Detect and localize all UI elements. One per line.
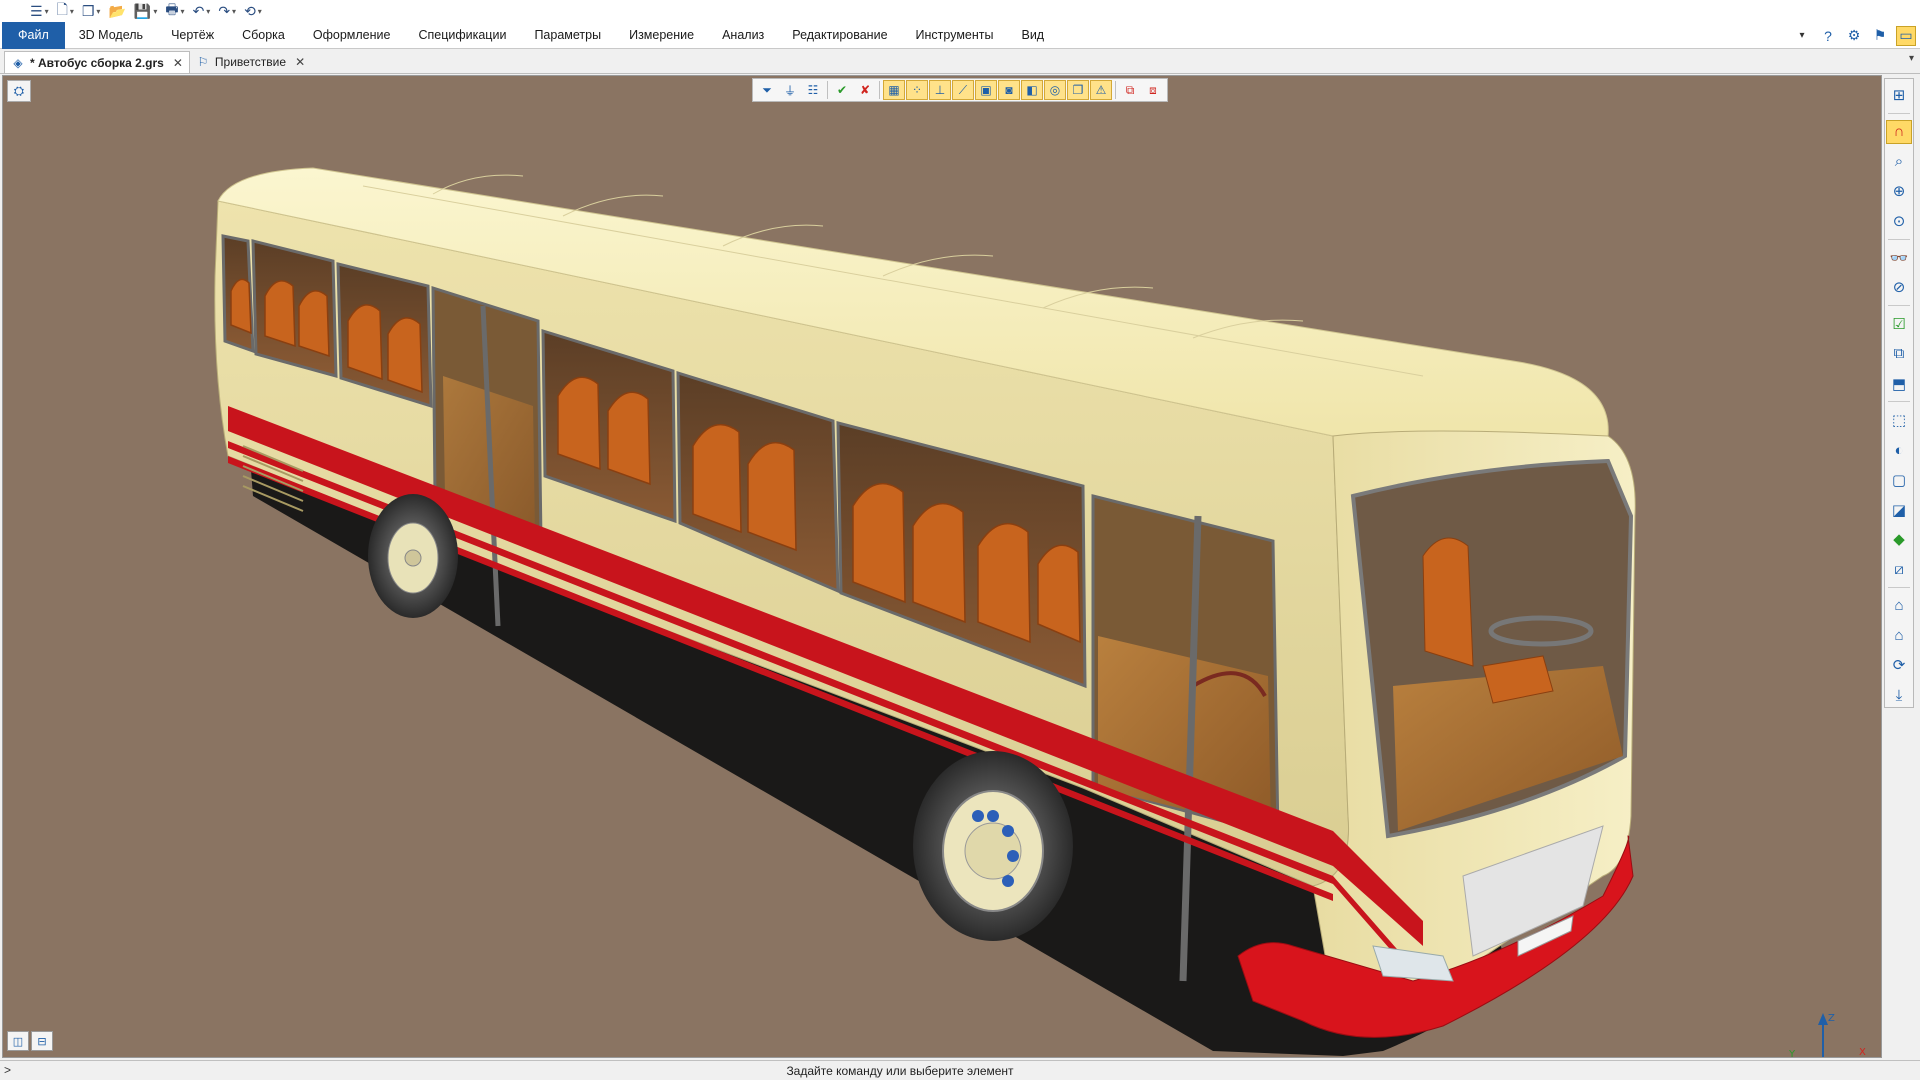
menu-editing[interactable]: Редактирование: [778, 22, 901, 49]
section-view-icon[interactable]: ◪: [1886, 498, 1912, 522]
tab-label: * Автобус сборка 2.grs: [30, 55, 164, 70]
select-all-icon[interactable]: ✔: [831, 80, 853, 100]
filter-assemblies-icon[interactable]: ⧈: [1142, 80, 1164, 100]
camera-icon[interactable]: ⌂: [1886, 594, 1912, 618]
redo-icon[interactable]: ↷ ▾: [216, 2, 238, 20]
show-hidden-icon[interactable]: 👓: [1886, 246, 1912, 270]
hide-elements-icon[interactable]: ⊘: [1886, 275, 1912, 299]
flag-icon[interactable]: ⚑: [1870, 26, 1890, 46]
snap-magnet-icon[interactable]: ∩: [1886, 119, 1912, 144]
settings-gear-icon[interactable]: ⚙: [1844, 26, 1864, 46]
print-icon[interactable]: 🖶 ▾: [163, 1, 186, 20]
main-menu-icon[interactable]: ☰ ▾: [28, 2, 51, 20]
ribbon-collapse-icon[interactable]: ▾: [1792, 26, 1812, 46]
visibility-check-icon[interactable]: ☑: [1886, 312, 1912, 336]
filter-fragments-icon[interactable]: ❐: [1067, 80, 1089, 100]
regenerate-icon[interactable]: ⟲ ▾: [242, 2, 264, 20]
wireframe-cube-icon[interactable]: ⬚: [1886, 408, 1912, 432]
document-tabs: ◈ * Автобус сборка 2.grs ✕ ⚐ Приветствие…: [0, 49, 1920, 74]
status-bar: > Задайте команду или выберите элемент: [0, 1060, 1920, 1080]
shade-mode-icon[interactable]: ⬒: [1886, 372, 1912, 396]
view-layout-buttons: ◫ ⊟: [7, 1031, 53, 1051]
welcome-flag-icon: ⚐: [197, 55, 209, 69]
menu-parameters[interactable]: Параметры: [520, 22, 615, 49]
help-icon[interactable]: ?: [1818, 26, 1838, 46]
rotate-view-icon[interactable]: ⟳: [1886, 653, 1912, 677]
split-view-horizontal-icon[interactable]: ⊟: [31, 1031, 53, 1051]
clip-plane-icon[interactable]: ⧄: [1886, 557, 1912, 581]
new-document-icon[interactable]: 🗋 ▾: [55, 1, 76, 20]
filter-list-icon[interactable]: ☷: [802, 80, 824, 100]
model-tree-toggle-icon[interactable]: ⛭: [7, 80, 31, 102]
menu-measurement[interactable]: Измерение: [615, 22, 708, 49]
menu-assembly[interactable]: Сборка: [228, 22, 299, 49]
menu-drawing[interactable]: Чертёж: [157, 22, 228, 49]
bus-3d-model: [214, 167, 1636, 1056]
filter-solids-icon[interactable]: ◧: [1021, 80, 1043, 100]
undo-icon[interactable]: ↶ ▾: [191, 2, 213, 20]
menu-tools[interactable]: Инструменты: [902, 22, 1008, 49]
save-view-icon[interactable]: ⤓: [1886, 683, 1912, 707]
menu-view[interactable]: Вид: [1007, 22, 1058, 49]
menu-3d-model[interactable]: 3D Модель: [65, 22, 157, 49]
tab-bus-assembly[interactable]: ◈ * Автобус сборка 2.grs ✕: [4, 51, 190, 73]
zoom-icon[interactable]: ⌕: [1886, 150, 1912, 174]
filter-edges-icon[interactable]: ⟋: [952, 80, 974, 100]
3d-viewport[interactable]: ⛭ Z X Y ◫ ⊟: [2, 75, 1882, 1058]
filter-points-icon[interactable]: ⁘: [906, 80, 928, 100]
view-toolbar: ⊞ ∩ ⌕ ⊕ ⊙ 👓 ⊘ ☑ ⧉ ⬒ ⬚ ◐ ▢ ◪ ◆ ⧄ ⌂ ⌂ ⟳ ⤓: [1884, 78, 1914, 708]
face-highlight-icon[interactable]: ▢: [1886, 468, 1912, 492]
front-wheel: [913, 751, 1073, 941]
x-axis-label: X: [1859, 1047, 1866, 1058]
home-view-icon[interactable]: ⌂: [1886, 624, 1912, 648]
menu-specifications[interactable]: Спецификации: [404, 22, 520, 49]
zoom-fit-icon[interactable]: ⊙: [1886, 209, 1912, 233]
menu-file[interactable]: Файл: [2, 21, 65, 49]
axis-triad: Z X Y: [1788, 1013, 1866, 1058]
filter-faces-icon[interactable]: ▦: [883, 80, 905, 100]
filter-components-icon[interactable]: ⧉: [1119, 80, 1141, 100]
zoom-window-icon[interactable]: ⊕: [1886, 179, 1912, 203]
filter-loops-icon[interactable]: ◎: [1044, 80, 1066, 100]
sphere-render-icon[interactable]: ◐: [1886, 438, 1912, 462]
save-icon[interactable]: 💾 ▾: [132, 2, 159, 20]
filter-edit-icon[interactable]: ⏚: [779, 80, 801, 100]
filter-sheets-icon[interactable]: ◙: [998, 80, 1020, 100]
menu-formatting[interactable]: Оформление: [299, 22, 405, 49]
menu-right-tools: ▾ ? ⚙ ⚑ ▭: [1792, 22, 1916, 49]
filter-operations-icon[interactable]: ⚠: [1090, 80, 1112, 100]
window-layout-icon[interactable]: ▭: [1896, 25, 1916, 46]
menu-bar: Файл 3D Модель Чертёж Сборка Оформление …: [0, 21, 1920, 49]
close-icon[interactable]: ✕: [295, 55, 305, 69]
assembly-document-icon: ◈: [13, 55, 23, 70]
tab-list-dropdown-icon[interactable]: ▾: [1909, 53, 1914, 64]
status-message: Задайте команду или выберите элемент: [786, 1064, 1014, 1078]
visibility-layers-icon[interactable]: ⧉: [1886, 342, 1912, 366]
filter-csys-icon[interactable]: ⊥: [929, 80, 951, 100]
z-axis-label: Z: [1828, 1013, 1835, 1024]
menu-analysis[interactable]: Анализ: [708, 22, 778, 49]
material-icon[interactable]: ◆: [1886, 527, 1912, 551]
open-file-icon[interactable]: 📂: [106, 2, 127, 20]
close-icon[interactable]: ✕: [173, 56, 183, 70]
deselect-all-icon[interactable]: ✘: [854, 80, 876, 100]
selection-filter-toolbar: ⏷ ⏚ ☷ ✔ ✘ ▦ ⁘ ⊥ ⟋ ▣ ◙ ◧ ◎ ❐ ⚠ ⧉ ⧈: [752, 78, 1168, 102]
new-3d-model-icon[interactable]: ❒ ▾: [80, 2, 103, 20]
filter-bodies-icon[interactable]: ▣: [975, 80, 997, 100]
quick-access-toolbar: ☰ ▾ 🗋 ▾ ❒ ▾ 📂 💾 ▾ 🖶 ▾ ↶ ▾ ↷ ▾ ⟲ ▾: [0, 0, 1920, 22]
y-axis-label: Y: [1788, 1049, 1796, 1058]
view-window-icon[interactable]: ⊞: [1886, 83, 1912, 107]
rear-wheel: [368, 494, 458, 618]
tab-welcome[interactable]: ⚐ Приветствие ✕: [190, 51, 311, 73]
tab-label: Приветствие: [214, 55, 287, 69]
split-view-vertical-icon[interactable]: ◫: [7, 1031, 29, 1051]
filter-icon[interactable]: ⏷: [756, 80, 778, 100]
